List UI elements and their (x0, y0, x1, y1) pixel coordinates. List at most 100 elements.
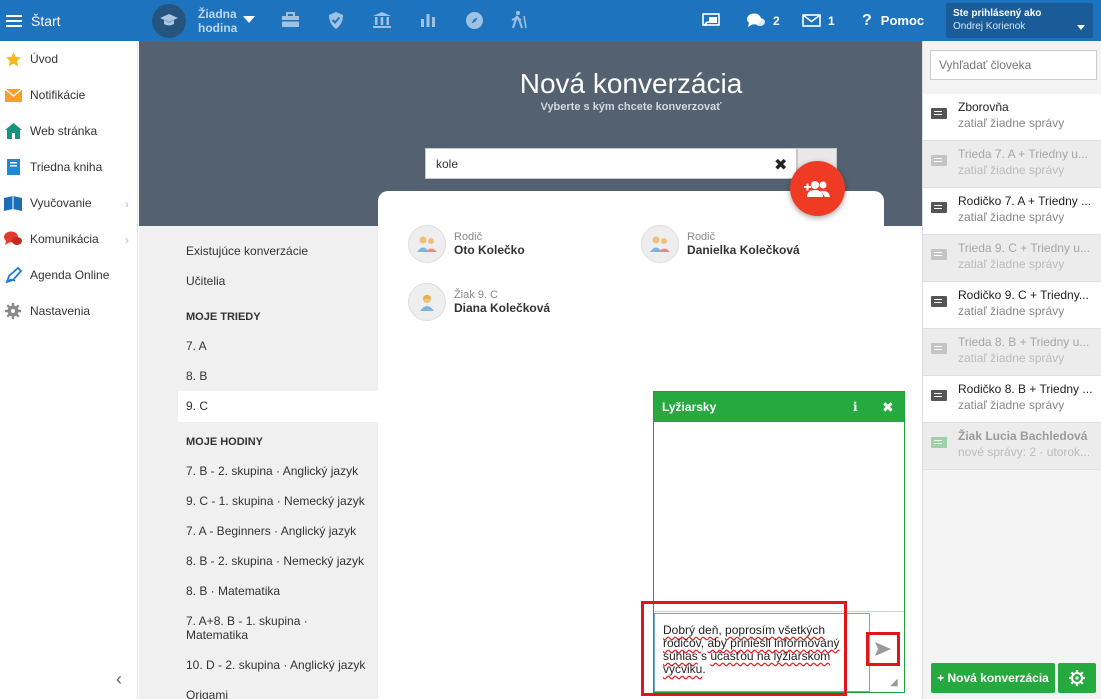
conversation-item[interactable]: Rodičko 7. A + Triedny ... zatiaľ žiadne… (923, 188, 1101, 235)
send-button[interactable] (866, 632, 900, 666)
shield-icon[interactable] (326, 10, 346, 30)
add-group-icon (803, 180, 830, 197)
new-conversation-button[interactable]: + Nová konverzácia (931, 663, 1055, 693)
sidebar-item-label: Web stránka (30, 124, 98, 138)
list-item-lesson[interactable]: 8. B - 2. skupina · Nemecký jazyk (186, 554, 364, 568)
mail-notifications-button[interactable]: 1 (802, 0, 835, 41)
sidebar-item-agenda-online[interactable]: Agenda Online (0, 257, 137, 293)
conversation-item[interactable]: Trieda 8. B + Triedny u... zatiaľ žiadne… (923, 329, 1101, 376)
add-people-button[interactable] (790, 161, 845, 216)
compass-icon[interactable] (464, 10, 484, 30)
sidebar-item-label: Nastavenia (30, 304, 91, 318)
user-menu[interactable]: Ste prihlásený ako Ondrej Korienok (946, 3, 1093, 38)
conversation-icon (931, 437, 947, 448)
conversation-status: zatiaľ žiadne správy (958, 116, 1065, 130)
group-list-panel (139, 226, 378, 699)
bar-chart-icon[interactable] (418, 10, 438, 30)
conversation-item[interactable]: Trieda 7. A + Triedny u... zatiaľ žiadne… (923, 141, 1101, 188)
conversation-icon (931, 249, 947, 260)
institution-icon[interactable] (372, 10, 392, 30)
section-header-classes: MOJE TRIEDY (186, 311, 261, 323)
sidebar-item-uvod[interactable]: Úvod (0, 41, 137, 77)
chat-notifications-button[interactable]: 2 (746, 0, 780, 41)
conversation-status: zatiaľ žiadne správy (958, 163, 1065, 177)
conversation-status: zatiaľ žiadne správy (958, 257, 1065, 271)
sidebar-item-label: Notifikácie (30, 88, 86, 102)
result-name: Diana Kolečková (454, 300, 551, 315)
list-item-lesson[interactable]: 7. B - 2. skupina · Anglický jazyk (186, 464, 358, 478)
list-item-lesson[interactable]: 9. C - 1. skupina · Nemecký jazyk (186, 494, 365, 508)
chevron-down-icon[interactable] (243, 16, 255, 23)
help-label: Pomoc (880, 13, 925, 28)
sidebar-item-notifikacie[interactable]: Notifikácie (0, 77, 137, 113)
conversation-name: Trieda 8. B + Triedny u... (958, 335, 1090, 349)
list-item-class[interactable]: 7. A (186, 339, 207, 353)
section-header-lessons: MOJE HODINY (186, 436, 264, 448)
list-item-class[interactable]: 8. B (186, 369, 207, 383)
parent-avatar-icon (641, 225, 679, 263)
sidebar-item-triedna-kniha[interactable]: Triedna kniha (0, 149, 137, 185)
start-menu-button[interactable]: Štart (0, 0, 138, 41)
hiking-icon[interactable] (509, 10, 529, 30)
pen-icon (4, 266, 22, 284)
close-icon[interactable]: ✖ (882, 399, 894, 416)
parent-avatar-icon (408, 225, 446, 263)
chat-count: 2 (773, 13, 780, 28)
list-item-lesson[interactable]: Origami (186, 688, 228, 699)
list-item-teachers[interactable]: Učitelia (186, 274, 225, 288)
conversation-item[interactable]: Zborovňa zatiaľ žiadne správy (923, 94, 1101, 141)
list-item-existing-conversations[interactable]: Existujúce konverzácie (186, 244, 308, 258)
student-avatar-icon (408, 283, 446, 321)
person-search-input[interactable]: kole (425, 148, 797, 179)
conversation-item[interactable]: Trieda 9. C + Triedny u... zatiaľ žiadne… (923, 235, 1101, 282)
result-person[interactable]: Rodič Danielka Kolečková (641, 225, 800, 263)
list-item-lesson[interactable]: 10. D - 2. skupina · Anglický jazyk (186, 658, 365, 672)
conversation-icon (931, 343, 947, 354)
sidebar-item-web-stranka[interactable]: Web stránka (0, 113, 137, 149)
person-lookup-placeholder: Vyhľadať človeka (939, 58, 1032, 72)
start-label: Štart (31, 12, 61, 29)
chat-window-header[interactable]: Lyžiarsky i ✖ (654, 392, 904, 422)
list-item-lesson[interactable]: 7. A - Beginners · Anglický jazyk (186, 524, 356, 538)
conversation-item[interactable]: Žiak Lucia Bachledová nové správy: 2 · u… (923, 423, 1101, 470)
collapse-sidebar-icon[interactable]: ‹ (116, 669, 122, 690)
gear-icon (4, 302, 22, 320)
star-icon (4, 50, 22, 68)
result-name: Danielka Kolečková (687, 242, 800, 257)
home-icon (4, 122, 22, 140)
conversation-item[interactable]: Rodičko 9. C + Triedny... zatiaľ žiadne … (923, 282, 1101, 329)
result-role: Rodič (687, 230, 716, 243)
conversation-status: zatiaľ žiadne správy (958, 398, 1065, 412)
result-person[interactable]: Žiak 9. C Diana Kolečková (408, 283, 550, 321)
send-icon (875, 642, 891, 656)
conversation-item[interactable]: Rodičko 8. B + Triedny ... zatiaľ žiadne… (923, 376, 1101, 423)
envelope-icon (4, 86, 22, 104)
conversation-icon (931, 108, 947, 119)
chat-settings-button[interactable] (1058, 663, 1096, 693)
resize-handle-icon[interactable]: ◢ (890, 677, 898, 688)
person-lookup-input[interactable]: Vyhľadať človeka (930, 50, 1097, 80)
conversation-status: zatiaľ žiadne správy (958, 351, 1065, 365)
book-icon (4, 158, 22, 176)
graduation-cap-icon[interactable] (152, 4, 186, 38)
list-item-class-active[interactable]: 9. C (186, 399, 208, 413)
conversation-icon (931, 390, 947, 401)
cast-screen-icon[interactable] (701, 10, 721, 30)
info-icon[interactable]: i (853, 400, 858, 414)
list-item-lesson[interactable]: 7. A+8. B - 1. skupina · (186, 614, 308, 628)
sidebar-item-komunikacia[interactable]: Komunikácia › (0, 221, 137, 257)
list-item-lesson-continued[interactable]: Matematika (186, 628, 248, 642)
conversation-icon (931, 155, 947, 166)
top-bar: Štart Žiadna hodina 2 1 ? Pomoc Ste prih… (0, 0, 1101, 41)
lesson-selector[interactable]: Žiadna hodina (198, 7, 237, 35)
lesson-selector-line2: hodina (198, 21, 238, 35)
chat-title: Lyžiarsky (662, 400, 717, 414)
sidebar-item-nastavenia[interactable]: Nastavenia (0, 293, 137, 329)
clear-search-icon[interactable]: ✖ (774, 155, 787, 175)
result-person[interactable]: Rodič Oto Kolečko (408, 225, 525, 263)
sidebar-item-vyucovanie[interactable]: Vyučovanie › (0, 185, 137, 221)
list-item-lesson[interactable]: 8. B · Matematika (186, 584, 280, 598)
help-button[interactable]: ? Pomoc (862, 0, 924, 41)
briefcase-icon[interactable] (280, 10, 300, 30)
chat-bubbles-icon (747, 13, 765, 27)
